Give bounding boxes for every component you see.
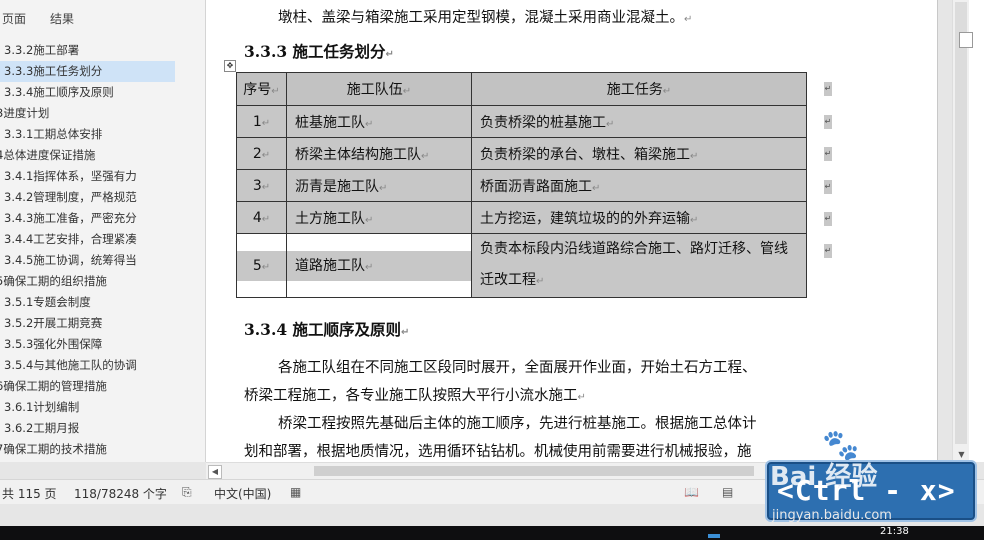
row-end-mark: ↵ xyxy=(824,115,832,129)
scroll-left-arrow-icon[interactable]: ◀ xyxy=(208,465,222,479)
row-end-mark: ↵ xyxy=(824,180,832,194)
row-end-mark: ↵ xyxy=(824,147,832,161)
table-header-row: 序号↵ 施工队伍↵ 施工任务↵ xyxy=(236,72,807,106)
taskbar: 21:38 xyxy=(0,526,984,540)
nav-item[interactable]: 3.5.1专题会制度 xyxy=(0,292,205,313)
nav-item[interactable]: 3进度计划 xyxy=(0,103,205,124)
cell-task: 桥面沥青路面施工↵ xyxy=(471,169,807,202)
header-cell-team: 施工队伍↵ xyxy=(286,72,472,106)
cell-task: 土方挖运，建筑垃圾的的外弃运输↵ xyxy=(471,201,807,234)
nav-item[interactable]: 3.4.1指挥体系，坚强有力 xyxy=(0,166,205,187)
heading-task-division: 3.3.3 施工任务划分↵ xyxy=(244,42,394,61)
row-end-mark: ↵ xyxy=(824,82,832,96)
nav-item[interactable]: 3.4.3施工准备，严密充分 xyxy=(0,208,205,229)
nav-item[interactable]: 4总体进度保证措施 xyxy=(0,145,205,166)
paragraph-2-line-2: 划和部署，根据地质情况，选用循环钻钻机。机械使用前需要进行机械报验，施 xyxy=(244,444,752,460)
cell-team: 桥梁主体结构施工队↵ xyxy=(286,137,472,170)
intro-paragraph: 墩柱、盖梁与箱梁施工采用定型钢模，混凝土采用商业混凝土。↵ xyxy=(278,10,693,26)
nav-item[interactable]: 6确保工期的管理措施 xyxy=(0,376,205,397)
table-row: 1↵ 桩基施工队↵ 负责桥梁的桩基施工↵ xyxy=(236,105,807,138)
header-cell-no: 序号↵ xyxy=(236,72,287,106)
tab-results[interactable]: 结果 xyxy=(50,10,74,27)
cell-team: 沥青是施工队↵ xyxy=(286,169,472,202)
tab-pages[interactable]: 页面 xyxy=(2,10,26,27)
nav-item[interactable]: 3.5.3强化外围保障 xyxy=(0,334,205,355)
navigation-pane: 页面 结果 3.3.2施工部署 3.3.3施工任务划分 3.3.4施工顺序及原则 3进… xyxy=(0,0,206,462)
task-table: 序号↵ 施工队伍↵ 施工任务↵ 1↵ 桩基施工队↵ 负责桥梁的桩基施工↵ 2↵ … xyxy=(236,72,807,298)
paragraph-1-line-2: 桥梁工程施工，各专业施工队按照大平行小流水施工↵ xyxy=(244,388,586,404)
print-layout-icon[interactable]: ▤ xyxy=(722,485,733,499)
nav-item[interactable]: 5确保工期的组织措施 xyxy=(0,271,205,292)
cell-task: 负责本标段内沿线道路综合施工、路灯迁移、管线迁改工程↵ xyxy=(471,233,807,298)
row-end-mark: ↵ xyxy=(824,212,832,226)
vertical-scrollbar[interactable]: ▼ xyxy=(952,0,970,462)
proofing-icon[interactable]: ⎘ xyxy=(182,485,192,500)
cell-task: 负责桥梁的承台、墩柱、箱梁施工↵ xyxy=(471,137,807,170)
nav-item[interactable]: 3.3.3施工任务划分 xyxy=(0,61,175,82)
cell-no: 5↵ xyxy=(236,233,287,298)
cell-team: 桩基施工队↵ xyxy=(286,105,472,138)
cell-team: 道路施工队↵ xyxy=(286,233,472,298)
nav-item[interactable]: 3.5.2开展工期竞赛 xyxy=(0,313,205,334)
nav-item[interactable]: 3.3.4施工顺序及原则 xyxy=(0,82,205,103)
header-cell-task: 施工任务↵ xyxy=(471,72,807,106)
cell-no: 3↵ xyxy=(236,169,287,202)
right-edge-strip xyxy=(969,0,984,462)
read-mode-icon[interactable]: 📖 xyxy=(684,485,699,499)
language-indicator[interactable]: 中文(中国) xyxy=(214,485,271,502)
vertical-scroll-thumb[interactable] xyxy=(955,2,967,444)
cell-no: 1↵ xyxy=(236,105,287,138)
nav-item[interactable]: 3.3.1工期总体安排 xyxy=(0,124,205,145)
page-count[interactable]: 共 115 页 xyxy=(2,485,57,502)
word-count[interactable]: 118/78248 个字 xyxy=(74,485,167,502)
watermark-url: jingyan.baidu.com xyxy=(772,508,892,523)
nav-item[interactable]: 3.4.2管理制度，严格规范 xyxy=(0,187,205,208)
cell-team: 土方施工队↵ xyxy=(286,201,472,234)
nav-item[interactable]: 3.6.2工期月报 xyxy=(0,418,205,439)
taskbar-app-indicator[interactable] xyxy=(708,534,720,538)
document-page[interactable]: 墩柱、盖梁与箱梁施工采用定型钢模，混凝土采用商业混凝土。↵ 3.3.3 施工任务… xyxy=(206,0,938,462)
baidu-jingyan-logo: Bai 经验 xyxy=(770,462,878,492)
cell-task: 负责桥梁的桩基施工↵ xyxy=(471,105,807,138)
macro-record-icon[interactable]: ▦ xyxy=(290,485,301,499)
cell-no: 4↵ xyxy=(236,201,287,234)
cell-no: 2↵ xyxy=(236,137,287,170)
taskbar-clock[interactable]: 21:38 xyxy=(880,526,909,537)
table-row: 2↵ 桥梁主体结构施工队↵ 负责桥梁的承台、墩柱、箱梁施工↵ xyxy=(236,137,807,170)
heading-list: 3.3.2施工部署 3.3.3施工任务划分 3.3.4施工顺序及原则 3进度计划 3.3… xyxy=(0,40,205,460)
nav-item[interactable]: 3.6.1计划编制 xyxy=(0,397,205,418)
paragraph-1-line-1: 各施工队组在不同施工区段同时展开，全面展开作业面，开始土石方工程、 xyxy=(278,360,757,376)
nav-item[interactable]: 3.4.4工艺安排，合理紧凑 xyxy=(0,229,205,250)
document-area: 墩柱、盖梁与箱梁施工采用定型钢模，混凝土采用商业混凝土。↵ 3.3.3 施工任务… xyxy=(206,0,952,462)
paragraph-2-line-1: 桥梁工程按照先基础后主体的施工顺序，先进行桩基施工。根据施工总体计 xyxy=(278,416,757,432)
table-row: 4↵ 土方施工队↵ 土方挖运，建筑垃圾的的外弃运输↵ xyxy=(236,201,807,234)
nav-item[interactable]: 7确保工期的技术措施 xyxy=(0,439,205,460)
horizontal-scroll-thumb[interactable] xyxy=(314,466,754,476)
row-end-mark: ↵ xyxy=(824,244,832,258)
table-row: 3↵ 沥青是施工队↵ 桥面沥青路面施工↵ xyxy=(236,169,807,202)
nav-item[interactable]: 3.4.5施工协调，统筹得当 xyxy=(0,250,205,271)
nav-item[interactable]: 3.5.4与其他施工队的协调 xyxy=(0,355,205,376)
right-edge-box[interactable] xyxy=(959,32,973,48)
nav-item[interactable]: 3.3.2施工部署 xyxy=(0,40,205,61)
table-row: 5↵ 道路施工队↵ 负责本标段内沿线道路综合施工、路灯迁移、管线迁改工程↵ xyxy=(236,233,807,298)
table-move-handle[interactable]: ✥ xyxy=(224,60,236,72)
nav-tabs: 页面 结果 xyxy=(0,0,205,36)
heading-sequence-principles: 3.3.4 施工顺序及原则↵ xyxy=(244,320,410,339)
